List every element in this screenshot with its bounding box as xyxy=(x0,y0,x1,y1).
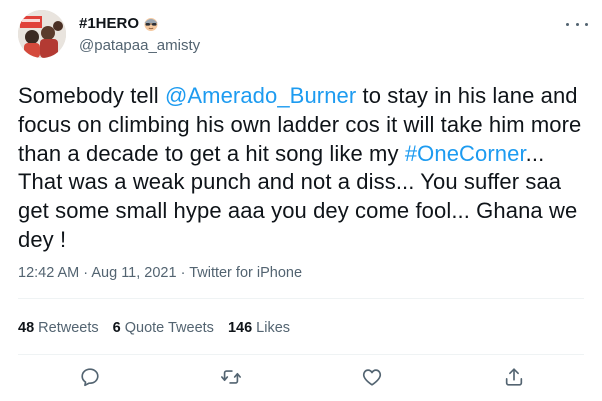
heart-icon[interactable] xyxy=(361,366,383,388)
likes-count: 146 xyxy=(227,320,253,336)
retweets-count: 48 xyxy=(18,320,35,336)
profile-photo-icon xyxy=(18,10,66,58)
reply-icon[interactable] xyxy=(79,366,101,388)
tweet-stats: 48 Retweets 6 Quote Tweets 146 Likes xyxy=(18,320,290,336)
tweet-card: #1HERO @patapaa_amisty Somebody tell @Am… xyxy=(0,0,602,401)
retweet-icon[interactable] xyxy=(220,366,242,388)
tweet-date[interactable]: Aug 11, 2021 xyxy=(91,265,176,281)
retweets-stat[interactable]: 48 Retweets xyxy=(18,320,99,336)
user-handle[interactable]: @patapaa_amisty xyxy=(79,36,200,55)
divider xyxy=(18,298,584,299)
man-with-sunglasses-emoji-icon xyxy=(144,17,158,31)
likes-label: Likes xyxy=(256,320,291,336)
quote-tweets-label: Quote Tweets xyxy=(124,320,214,336)
more-options-icon[interactable] xyxy=(566,16,588,32)
tweet-time[interactable]: 12:42 AM xyxy=(18,265,79,281)
meta-separator: · xyxy=(79,265,92,281)
tweet-text-part-1: Somebody tell xyxy=(18,83,165,108)
hashtag-link[interactable]: #OneCorner xyxy=(405,141,526,166)
user-info: #1HERO @patapaa_amisty xyxy=(79,14,200,55)
share-icon[interactable] xyxy=(503,366,525,388)
quote-tweets-count: 6 xyxy=(112,320,121,336)
mention-link[interactable]: @Amerado_Burner xyxy=(165,83,356,108)
likes-stat[interactable]: 146 Likes xyxy=(228,320,290,336)
display-name-text: #1HERO xyxy=(79,15,140,32)
tweet-text: Somebody tell @Amerado_Burner to stay in… xyxy=(18,82,588,255)
divider xyxy=(18,354,584,355)
tweet-source[interactable]: Twitter for iPhone xyxy=(189,265,302,281)
quote-tweets-stat[interactable]: 6 Quote Tweets xyxy=(113,320,214,336)
tweet-metadata: 12:42 AM · Aug 11, 2021 · Twitter for iP… xyxy=(18,265,302,281)
retweets-label: Retweets xyxy=(38,320,99,336)
avatar[interactable] xyxy=(18,10,66,58)
tweet-actions xyxy=(0,366,602,390)
display-name[interactable]: #1HERO xyxy=(79,14,200,33)
meta-separator: · xyxy=(176,265,190,281)
